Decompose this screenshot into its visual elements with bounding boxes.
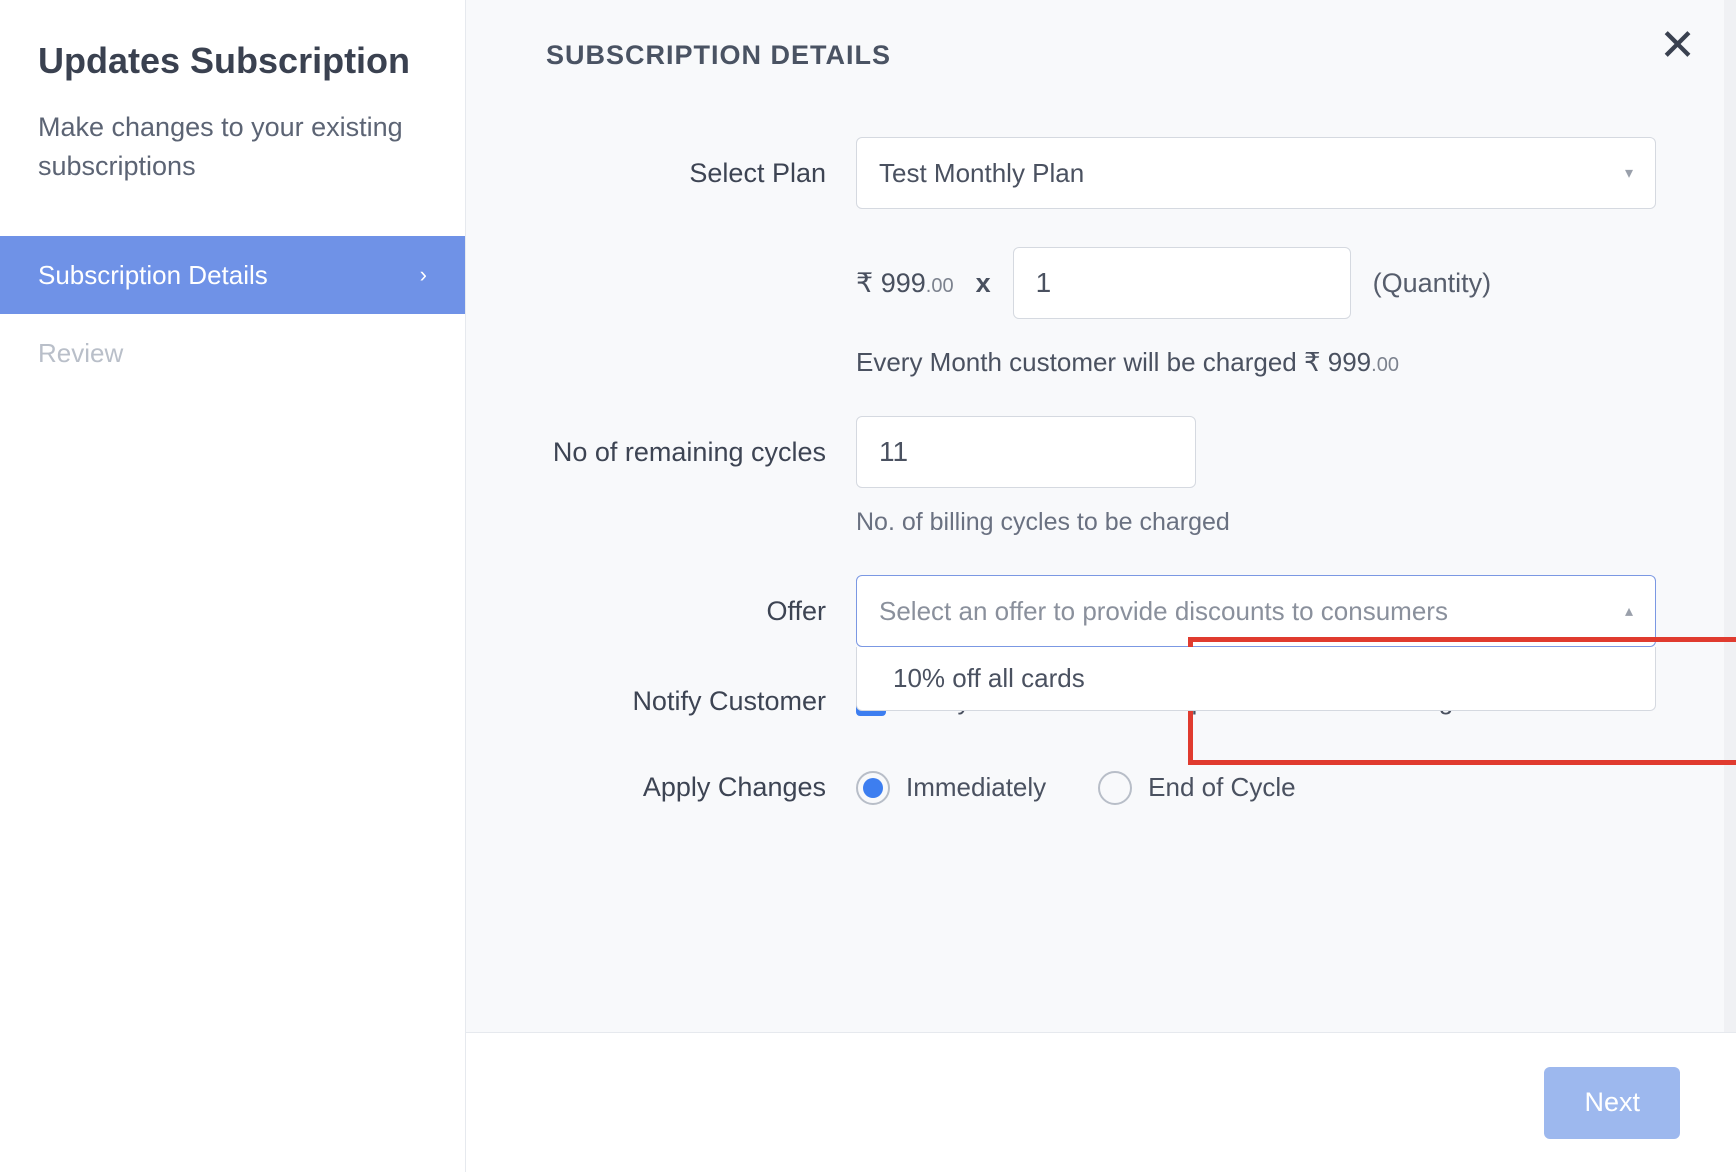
label-remaining-cycles: No of remaining cycles [546, 416, 856, 472]
label-apply-changes: Apply Changes [546, 759, 856, 807]
apply-immediately-radio[interactable]: Immediately [856, 771, 1046, 805]
footer: Next [466, 1032, 1736, 1172]
quantity-input[interactable] [1013, 247, 1351, 319]
step-label: Subscription Details [38, 260, 268, 291]
charge-summary: Every Month customer will be charged ₹ 9… [856, 347, 1656, 378]
caret-up-icon: ▴ [1625, 601, 1633, 621]
step-label: Review [38, 338, 123, 369]
close-icon: ✕ [1659, 21, 1696, 70]
caret-down-icon: ▾ [1625, 163, 1633, 183]
section-title: SUBSCRIPTION DETAILS [546, 40, 1656, 71]
offer-option-10pct[interactable]: 10% off all cards [857, 647, 1655, 710]
price-amount: ₹ 999.00 [856, 268, 954, 299]
offer-dropdown: 10% off all cards [856, 647, 1656, 711]
plan-select-value: Test Monthly Plan [879, 158, 1084, 189]
multiply-symbol: x [976, 268, 991, 299]
step-review[interactable]: Review [0, 314, 465, 392]
radio-icon [856, 771, 890, 805]
main-panel: ✕ SUBSCRIPTION DETAILS Select Plan Test … [466, 0, 1736, 1172]
label-notify-customer: Notify Customer [546, 673, 856, 721]
plan-select[interactable]: Test Monthly Plan ▾ [856, 137, 1656, 209]
vertical-scrollbar[interactable] [1724, 0, 1736, 1032]
remaining-cycles-input[interactable] [856, 416, 1196, 488]
radio-label: End of Cycle [1148, 772, 1295, 803]
page-subtitle: Make changes to your existing subscripti… [38, 108, 427, 186]
step-subscription-details[interactable]: Subscription Details › [0, 236, 465, 314]
quantity-label: (Quantity) [1373, 268, 1492, 299]
radio-icon [1098, 771, 1132, 805]
next-button[interactable]: Next [1544, 1067, 1680, 1139]
chevron-right-icon: › [420, 262, 427, 288]
label-offer: Offer [546, 575, 856, 631]
radio-label: Immediately [906, 772, 1046, 803]
apply-end-of-cycle-radio[interactable]: End of Cycle [1098, 771, 1295, 805]
close-button[interactable]: ✕ [1659, 24, 1696, 68]
offer-select[interactable]: Select an offer to provide discounts to … [856, 575, 1656, 647]
sidebar: Updates Subscription Make changes to you… [0, 0, 466, 1172]
page-title: Updates Subscription [38, 40, 427, 82]
cycles-help-text: No. of billing cycles to be charged [856, 508, 1656, 537]
offer-placeholder: Select an offer to provide discounts to … [879, 596, 1448, 627]
label-select-plan: Select Plan [546, 137, 856, 193]
